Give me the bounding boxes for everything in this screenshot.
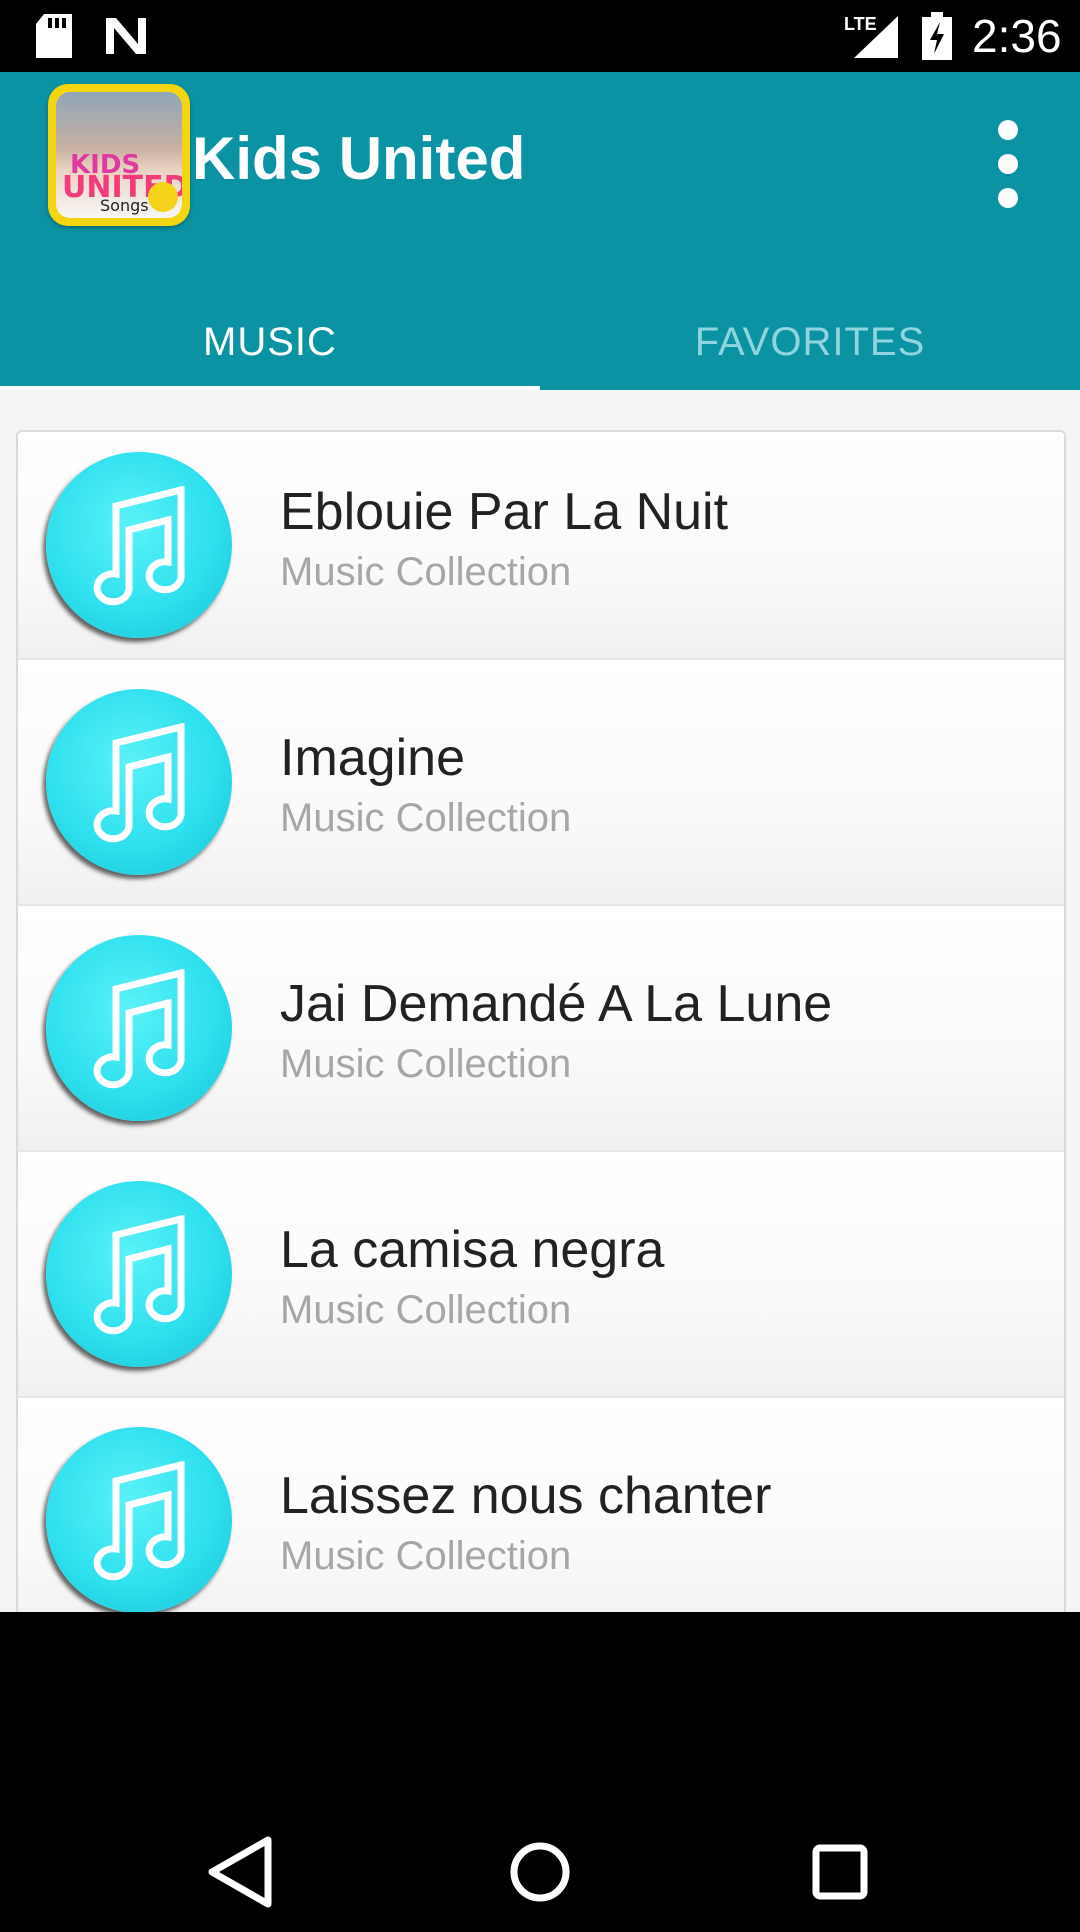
system-navigation-bar (0, 1612, 1080, 1920)
song-subtitle: Music Collection (280, 550, 572, 594)
notification-n-icon (106, 18, 146, 54)
clock: 2:36 (972, 10, 1062, 62)
song-subtitle: Music Collection (280, 1288, 572, 1332)
logo-text-songs: Songs (100, 196, 149, 215)
song-subtitle: Music Collection (280, 796, 572, 840)
music-note-icon (46, 452, 232, 638)
logo-music-note-icon (148, 182, 178, 212)
tab-favorites[interactable]: FAVORITES (540, 294, 1080, 390)
music-note-icon (46, 689, 232, 875)
song-title: Jai Demandé A La Lune (280, 975, 833, 1033)
status-bar: LTE 2:36 (0, 0, 1080, 72)
app-bar: KIDS UNITED Songs Kids United MUSIC FAVO… (0, 72, 1080, 392)
song-item-1[interactable]: Eblouie Par La Nuit Music Collection (18, 432, 1064, 658)
song-list-container[interactable]: Eblouie Par La Nuit Music Collection Ima… (0, 390, 1080, 1612)
song-subtitle: Music Collection (280, 1042, 572, 1086)
song-list: Eblouie Par La Nuit Music Collection Ima… (16, 430, 1066, 1612)
song-title: La camisa negra (280, 1221, 665, 1279)
signal-icon (854, 16, 898, 58)
song-title: Laissez nous chanter (280, 1467, 772, 1525)
music-note-icon (46, 935, 232, 1121)
app-title: Kids United (192, 125, 526, 192)
song-item-3[interactable]: Jai Demandé A La Lune Music Collection (18, 904, 1064, 1150)
overflow-menu-button[interactable] (990, 118, 1026, 208)
music-note-icon (46, 1181, 232, 1367)
home-icon[interactable] (480, 1812, 600, 1932)
tab-music[interactable]: MUSIC (0, 294, 540, 390)
song-title: Eblouie Par La Nuit (280, 483, 729, 541)
song-item-4[interactable]: La camisa negra Music Collection (18, 1150, 1064, 1396)
recents-icon[interactable] (780, 1812, 900, 1932)
song-subtitle: Music Collection (280, 1534, 572, 1578)
music-note-icon (46, 1427, 232, 1612)
battery-charging-icon (922, 12, 952, 60)
sd-card-icon (36, 14, 72, 58)
song-item-5[interactable]: Laissez nous chanter Music Collection (18, 1396, 1064, 1612)
more-vert-icon (998, 120, 1018, 140)
app-logo: KIDS UNITED Songs (48, 84, 190, 226)
song-title: Imagine (280, 729, 465, 787)
back-icon[interactable] (180, 1812, 300, 1932)
song-item-2[interactable]: Imagine Music Collection (18, 658, 1064, 904)
